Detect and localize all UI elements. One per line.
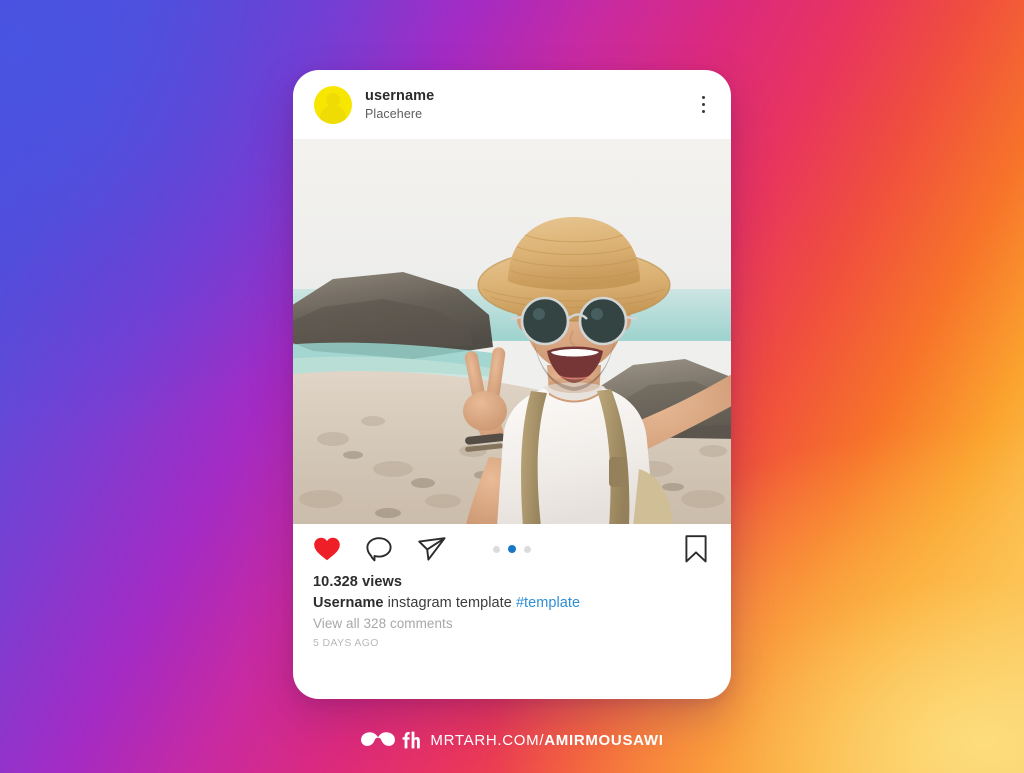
- like-icon[interactable]: [313, 536, 341, 562]
- share-icon[interactable]: [417, 535, 447, 563]
- post-header: username Placehere: [293, 70, 731, 139]
- avatar-body-shape: [320, 104, 346, 124]
- caption-hashtag[interactable]: #template: [516, 595, 580, 611]
- post-photo-illustration: [293, 139, 731, 524]
- caption-text: instagram template: [387, 595, 512, 611]
- more-dot-2: [701, 102, 705, 107]
- fh-monogram-icon: [403, 731, 421, 749]
- carousel-dot-3[interactable]: [524, 545, 531, 553]
- footer-site: MRTARH.COM/: [430, 731, 545, 749]
- post-username[interactable]: username: [365, 88, 434, 104]
- footer-branding: MRTARH.COM/AMIRMOUSAWI: [0, 724, 1024, 756]
- carousel-dot-1[interactable]: [493, 545, 500, 553]
- instagram-post-card: username Placehere 10.328 views Username…: [293, 70, 731, 699]
- caption-author[interactable]: Username: [313, 595, 384, 611]
- carousel-dot-2-active[interactable]: [508, 545, 516, 553]
- more-dot-3: [701, 109, 705, 114]
- more-dot-1: [701, 95, 705, 100]
- carousel-dots: [489, 545, 535, 553]
- post-location[interactable]: Placehere: [365, 107, 434, 121]
- post-timestamp: 5 DAYS AGO: [313, 637, 379, 649]
- mustache-icon: [361, 732, 396, 746]
- view-all-comments-link[interactable]: View all 328 comments: [313, 616, 709, 631]
- post-caption-block: 10.328 views Username instagram template…: [293, 574, 731, 649]
- save-bookmark-icon[interactable]: [683, 534, 709, 564]
- post-actions-bar: [293, 524, 731, 574]
- brand-logo: [360, 730, 421, 750]
- caption-line: Username instagram template #template: [313, 595, 709, 611]
- post-photo[interactable]: [293, 139, 731, 524]
- post-header-text: username Placehere: [365, 88, 434, 120]
- footer-url[interactable]: MRTARH.COM/AMIRMOUSAWI: [430, 732, 663, 749]
- footer-handle: AMIRMOUSAWI: [544, 731, 664, 749]
- avatar[interactable]: [314, 85, 352, 124]
- views-count: 10.328 views: [313, 574, 403, 590]
- comment-icon[interactable]: [365, 535, 393, 563]
- more-options-icon[interactable]: [698, 90, 710, 120]
